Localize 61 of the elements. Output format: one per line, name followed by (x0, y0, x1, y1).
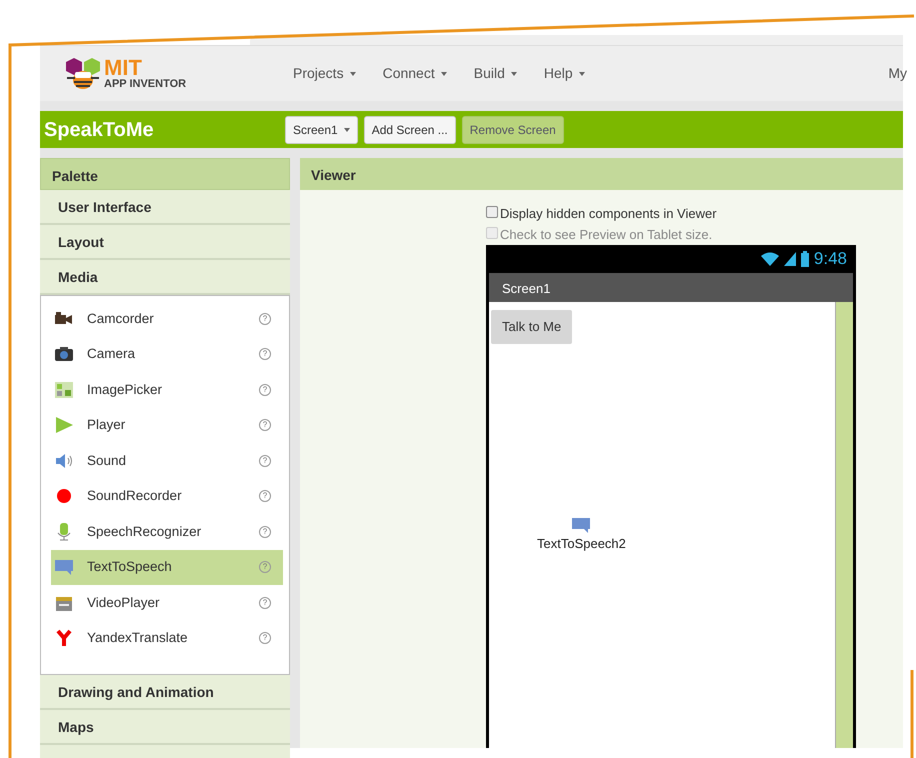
signal-icon (784, 251, 796, 267)
fork-icon (55, 629, 73, 648)
screen-title-bar: Screen1 (489, 273, 853, 302)
wifi-icon (760, 251, 780, 267)
palette-item[interactable]: ImagePicker ? (51, 372, 283, 408)
menu-item[interactable]: Projects (293, 63, 356, 84)
menu-item[interactable]: Help (544, 63, 585, 84)
palette-item[interactable]: VideoPlayer ? (51, 585, 283, 620)
menu-item[interactable]: Build (474, 63, 517, 84)
palette-item[interactable]: Camcorder ? (51, 301, 283, 336)
toolbar-button[interactable]: Screen1 (285, 116, 358, 144)
palette-header: Palette (40, 158, 290, 190)
viewer-header: Viewer (300, 158, 903, 190)
help-icon[interactable]: ? (259, 419, 271, 432)
logo-subtitle: APP INVENTOR (104, 78, 186, 90)
checkbox[interactable] (486, 206, 498, 218)
caret-icon (350, 72, 356, 76)
help-icon[interactable]: ? (259, 454, 271, 467)
logo-title: MIT (104, 58, 142, 78)
palette-item[interactable]: SoundRecorder ? (51, 478, 283, 514)
record-icon (55, 487, 73, 506)
palette-item[interactable]: Player ? (51, 408, 283, 443)
palette-category[interactable]: User Interface (40, 190, 290, 225)
caret-icon (440, 72, 447, 76)
caret-icon (510, 72, 517, 76)
palette-item[interactable]: Camera ? (51, 336, 283, 372)
palette-item[interactable]: SpeechRecognizer ? (51, 514, 283, 550)
toolbar-button[interactable]: Add Screen ... (364, 116, 456, 144)
help-icon[interactable]: ? (259, 312, 271, 325)
caret-icon (344, 128, 350, 132)
help-icon[interactable]: ? (259, 596, 271, 609)
palette-category[interactable]: Drawing and Animation (40, 675, 290, 710)
camera-icon (55, 345, 73, 364)
speech-bubble-icon (572, 518, 590, 534)
palette-item[interactable]: Sound ? (51, 443, 283, 478)
palette-item[interactable]: YandexTranslate ? (51, 620, 283, 656)
help-icon[interactable]: ? (259, 490, 271, 502)
project-title: SpeakToMe (44, 118, 155, 142)
speech-bubble-icon (55, 558, 73, 576)
talk-button[interactable]: Talk to Me (491, 310, 572, 344)
palette-category[interactable]: Media (40, 260, 290, 295)
palette-item[interactable]: TextToSpeech ? (51, 550, 283, 585)
caret-icon (578, 72, 585, 76)
checkbox-label: Display hidden components in Viewer (500, 204, 717, 223)
palette-category[interactable]: Maps (40, 710, 290, 745)
checkbox-label: Check to see Preview on Tablet size. (500, 226, 712, 244)
play-icon (55, 416, 73, 434)
menu-item[interactable]: Connect (382, 63, 447, 84)
component-label: TextToSpeech2 (537, 535, 626, 553)
help-icon[interactable]: ? (259, 526, 271, 538)
help-icon[interactable]: ? (259, 632, 271, 644)
help-icon[interactable]: ? (259, 384, 271, 396)
speaker-icon (55, 452, 73, 470)
status-time: 9:48 (814, 248, 847, 270)
palette-category[interactable]: Layout (40, 225, 290, 260)
microphone-icon (55, 522, 73, 541)
image-icon (55, 380, 73, 399)
help-icon[interactable]: ? (259, 348, 271, 360)
bee-logo-icon (65, 56, 101, 92)
menu-item[interactable]: My (888, 63, 907, 84)
battery-icon (800, 251, 810, 267)
